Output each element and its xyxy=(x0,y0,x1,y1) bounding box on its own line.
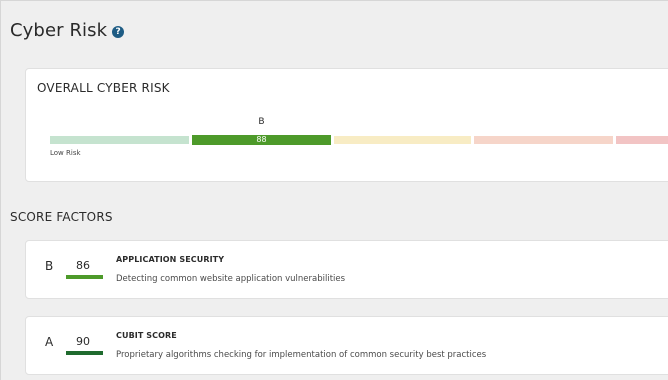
question-icon[interactable]: ? xyxy=(112,26,125,38)
page-header: Cyber Risk ? xyxy=(10,20,125,41)
current-risk-grade: B xyxy=(258,117,265,127)
factor-grade: B xyxy=(45,259,54,273)
page-title: Cyber Risk xyxy=(10,20,108,41)
risk-scale-segment-high xyxy=(474,136,613,144)
factor-name: APPLICATION SECURITY xyxy=(116,255,225,264)
factor-description: Proprietary algorithms checking for impl… xyxy=(116,350,487,360)
factor-score-bar xyxy=(66,351,103,355)
factor-grade: A xyxy=(45,335,54,349)
factor-description: Detecting common website application vul… xyxy=(116,274,346,284)
factor-score-bar xyxy=(66,275,103,279)
current-risk-score: 88 xyxy=(256,135,267,144)
score-factor-card[interactable]: A 90 CUBIT SCORE Proprietary algorithms … xyxy=(25,316,668,375)
overall-cyber-risk-card: OVERALL CYBER RISK B 88 Low Risk xyxy=(25,68,668,182)
factor-score: 90 xyxy=(76,335,90,348)
risk-scale-segment-critical xyxy=(616,136,668,144)
factor-name: CUBIT SCORE xyxy=(116,331,177,340)
risk-scale-segment-low xyxy=(50,136,189,144)
factor-score: 86 xyxy=(76,259,90,272)
score-factors-title: SCORE FACTORS xyxy=(10,210,113,224)
risk-scale-segment-medium xyxy=(334,136,471,144)
score-factor-card[interactable]: B 86 APPLICATION SECURITY Detecting comm… xyxy=(25,240,668,299)
overall-cyber-risk-title: OVERALL CYBER RISK xyxy=(37,81,170,95)
low-risk-label: Low Risk xyxy=(50,149,81,157)
